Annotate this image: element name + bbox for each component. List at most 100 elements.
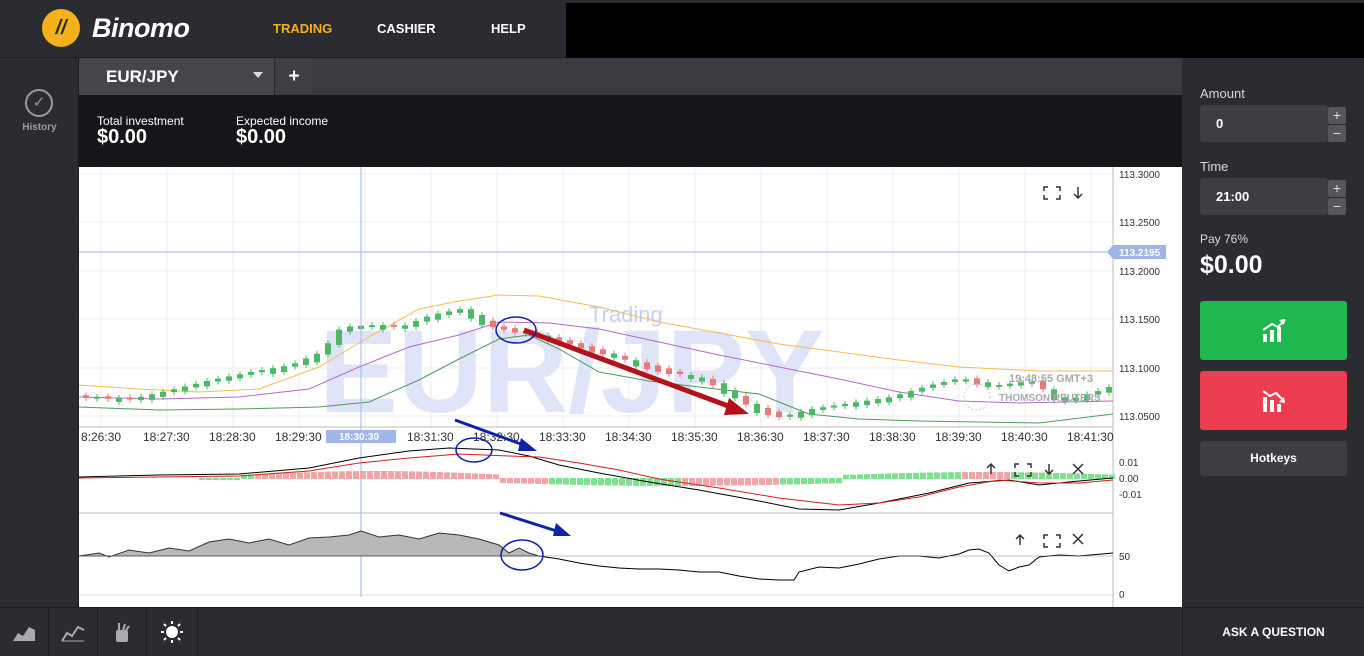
candle-body bbox=[996, 385, 1002, 387]
chart-down-icon bbox=[1261, 389, 1285, 412]
macd-bar bbox=[220, 478, 226, 480]
check-circle-icon[interactable]: ✓ bbox=[25, 89, 53, 117]
macd-bar bbox=[815, 478, 821, 484]
candle-body bbox=[710, 378, 716, 386]
nav-help[interactable]: HELP bbox=[491, 21, 526, 36]
total-investment-value: $0.00 bbox=[97, 126, 148, 148]
macd-bar bbox=[444, 472, 450, 479]
macd-bar bbox=[955, 472, 961, 479]
history-label[interactable]: History bbox=[0, 122, 79, 133]
area-chart-icon bbox=[13, 627, 35, 641]
time-tick: 18:41:30 bbox=[1067, 430, 1114, 444]
macd-bar bbox=[1067, 473, 1073, 479]
macd-bar bbox=[773, 478, 779, 485]
macd-bar bbox=[948, 472, 954, 479]
candle-body bbox=[248, 372, 254, 375]
redacted-area bbox=[566, 3, 1364, 58]
macd-bar bbox=[969, 472, 975, 479]
candle-body bbox=[776, 411, 782, 418]
macd-bar bbox=[591, 478, 597, 486]
macd-bar bbox=[290, 472, 296, 479]
macd-tick: 0.00 bbox=[1119, 474, 1139, 485]
macd-bar bbox=[1032, 472, 1038, 479]
time-tick: 18:37:30 bbox=[803, 430, 850, 444]
fullscreen-icon[interactable] bbox=[1043, 186, 1061, 200]
candle-body bbox=[721, 383, 727, 394]
candle-body bbox=[743, 396, 749, 405]
candle-body bbox=[138, 396, 144, 401]
candle-body bbox=[292, 363, 298, 367]
macd-bar bbox=[745, 478, 751, 486]
add-tab-button[interactable]: + bbox=[276, 58, 312, 95]
candle-body bbox=[688, 375, 694, 379]
macd-bar bbox=[402, 471, 408, 479]
arrow-down-icon[interactable] bbox=[1073, 187, 1083, 200]
put-button[interactable] bbox=[1200, 371, 1347, 430]
fullscreen-icon[interactable] bbox=[1043, 534, 1061, 548]
time-increment-button[interactable]: + bbox=[1328, 180, 1346, 197]
macd-bar bbox=[493, 474, 499, 479]
candle-body bbox=[127, 397, 133, 400]
macd-bar bbox=[416, 471, 422, 479]
drawing-tools-button[interactable] bbox=[98, 608, 147, 656]
macd-bar bbox=[325, 471, 331, 479]
nav-trading[interactable]: TRADING bbox=[273, 21, 332, 36]
macd-bar bbox=[717, 478, 723, 486]
chevron-down-icon[interactable] bbox=[253, 72, 263, 78]
arrow-down-icon[interactable] bbox=[1044, 464, 1054, 476]
chart-type-button[interactable] bbox=[0, 608, 49, 656]
macd-bar bbox=[374, 471, 380, 479]
brand-logo[interactable]: // Binomo bbox=[42, 9, 190, 47]
candle-body bbox=[952, 379, 958, 383]
price-tick: 113.2000 bbox=[1119, 267, 1160, 278]
candle-body bbox=[281, 366, 287, 373]
time-input[interactable]: 21:00 bbox=[1200, 178, 1328, 215]
close-icon[interactable] bbox=[1072, 463, 1084, 475]
candle-body bbox=[875, 398, 881, 404]
candle-body bbox=[963, 379, 969, 382]
time-tick: 18:31:30 bbox=[407, 430, 454, 444]
candle-body bbox=[732, 390, 738, 399]
nav-cashier[interactable]: CASHIER bbox=[377, 21, 436, 36]
candle-body bbox=[391, 324, 397, 327]
macd-bar bbox=[997, 472, 1003, 479]
indicators-button[interactable] bbox=[49, 608, 98, 656]
candle-body bbox=[83, 395, 89, 398]
theme-toggle-button[interactable] bbox=[147, 608, 198, 656]
macd-bar bbox=[388, 471, 394, 479]
amount-input[interactable]: 0 bbox=[1200, 105, 1328, 142]
close-icon[interactable] bbox=[1072, 533, 1084, 545]
price-chart[interactable]: EUR/JPY Trading 113.2195 18:30:30 113.30… bbox=[79, 167, 1182, 607]
amount-increment-button[interactable]: + bbox=[1328, 107, 1346, 124]
time-decrement-button[interactable]: − bbox=[1328, 198, 1346, 215]
candle-body bbox=[644, 362, 650, 370]
candle-body bbox=[259, 370, 265, 373]
macd-bar bbox=[759, 478, 765, 486]
candle-body bbox=[919, 387, 925, 392]
call-button[interactable] bbox=[1200, 301, 1347, 360]
left-sidebar: ✓ History bbox=[0, 58, 79, 607]
macd-bar bbox=[528, 478, 534, 484]
candle-body bbox=[578, 343, 584, 349]
macd-bar bbox=[486, 474, 492, 479]
time-tick: 18:38:30 bbox=[869, 430, 916, 444]
macd-bar bbox=[199, 478, 205, 480]
macd-bar bbox=[983, 472, 989, 479]
ask-question-button[interactable]: ASK A QUESTION bbox=[1182, 608, 1364, 656]
top-bar: // Binomo TRADING CASHIER HELP bbox=[0, 0, 1364, 58]
macd-bar bbox=[1088, 473, 1094, 479]
hotkeys-button[interactable]: Hotkeys bbox=[1200, 441, 1347, 476]
macd-bar bbox=[570, 478, 576, 485]
candle-body bbox=[314, 353, 320, 363]
candle-body bbox=[468, 309, 474, 319]
macd-bar bbox=[1081, 473, 1087, 479]
asset-tab[interactable]: EUR/JPY bbox=[79, 58, 275, 95]
asset-tab-bar: EUR/JPY + bbox=[79, 58, 1182, 95]
amount-decrement-button[interactable]: − bbox=[1328, 125, 1346, 142]
macd-bar bbox=[738, 478, 744, 486]
chart-up-icon bbox=[1261, 318, 1286, 342]
macd-bar bbox=[269, 473, 275, 479]
macd-bar bbox=[619, 478, 625, 486]
candle-body bbox=[930, 384, 936, 388]
arrow-up-icon[interactable] bbox=[1015, 533, 1025, 545]
